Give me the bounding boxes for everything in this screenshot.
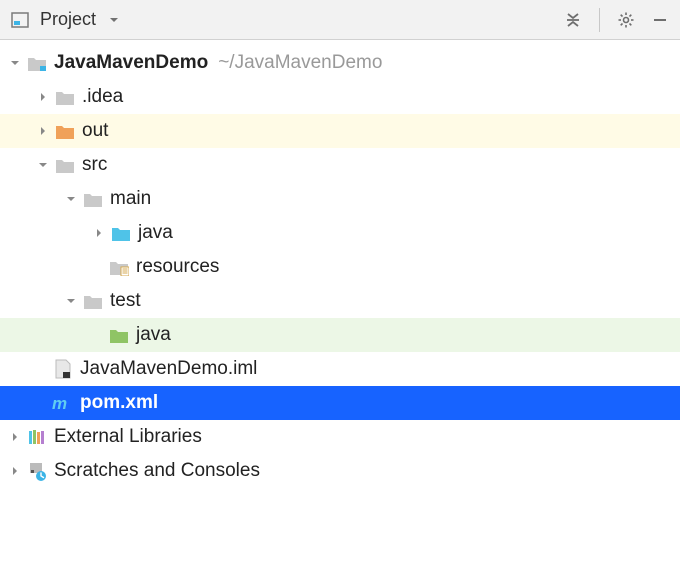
scratches-icon xyxy=(26,461,48,481)
tree-label: resources xyxy=(136,256,219,278)
tree-label: java xyxy=(136,324,171,346)
toolbar-title: Project xyxy=(40,9,96,30)
minimize-icon[interactable] xyxy=(648,8,672,32)
folder-icon xyxy=(82,291,104,311)
svg-text:m: m xyxy=(52,394,67,412)
project-tree: JavaMavenDemo ~/JavaMavenDemo .idea out xyxy=(0,40,680,488)
chevron-right-icon[interactable] xyxy=(34,122,52,140)
library-icon xyxy=(26,427,48,447)
chevron-down-icon[interactable] xyxy=(62,190,80,208)
tree-node-resources[interactable]: resources xyxy=(0,250,680,284)
module-folder-icon xyxy=(26,53,48,73)
source-folder-icon xyxy=(110,223,132,243)
tree-node-scratches[interactable]: Scratches and Consoles xyxy=(0,454,680,488)
chevron-right-icon[interactable] xyxy=(90,224,108,242)
tree-node-main-java[interactable]: java xyxy=(0,216,680,250)
tree-node-pom[interactable]: m pom.xml xyxy=(0,386,680,420)
toolbar: Project xyxy=(0,0,680,40)
toolbar-divider xyxy=(599,8,600,32)
tree-node-out[interactable]: out xyxy=(0,114,680,148)
tree-path-hint: ~/JavaMavenDemo xyxy=(218,52,382,74)
tree-node-src[interactable]: src xyxy=(0,148,680,182)
folder-icon xyxy=(54,155,76,175)
tree-node-external-libraries[interactable]: External Libraries xyxy=(0,420,680,454)
chevron-right-icon[interactable] xyxy=(6,428,24,446)
tree-label: .idea xyxy=(82,86,123,108)
test-source-folder-icon xyxy=(108,325,130,345)
tree-label: pom.xml xyxy=(80,392,158,414)
excluded-folder-icon xyxy=(54,121,76,141)
resources-folder-icon xyxy=(108,257,130,277)
tree-label: java xyxy=(138,222,173,244)
folder-icon xyxy=(82,189,104,209)
tree-node-idea[interactable]: .idea xyxy=(0,80,680,114)
tree-label: JavaMavenDemo xyxy=(54,52,208,74)
tree-label: Scratches and Consoles xyxy=(54,460,260,482)
tree-node-test-java[interactable]: java xyxy=(0,318,680,352)
tree-node-test[interactable]: test xyxy=(0,284,680,318)
gear-icon[interactable] xyxy=(614,8,638,32)
tree-node-root[interactable]: JavaMavenDemo ~/JavaMavenDemo xyxy=(0,46,680,80)
idea-module-file-icon xyxy=(52,359,74,379)
tree-node-main[interactable]: main xyxy=(0,182,680,216)
chevron-down-icon[interactable] xyxy=(62,292,80,310)
tree-label: out xyxy=(82,120,108,142)
project-view-icon[interactable] xyxy=(8,8,32,32)
tree-label: src xyxy=(82,154,107,176)
chevron-right-icon[interactable] xyxy=(34,88,52,106)
tree-label: test xyxy=(110,290,141,312)
collapse-icon[interactable] xyxy=(561,8,585,32)
folder-icon xyxy=(54,87,76,107)
chevron-right-icon[interactable] xyxy=(6,462,24,480)
tree-label: JavaMavenDemo.iml xyxy=(80,358,257,380)
chevron-down-icon[interactable] xyxy=(6,54,24,72)
dropdown-icon[interactable] xyxy=(102,8,126,32)
tree-label: main xyxy=(110,188,151,210)
tree-node-iml[interactable]: JavaMavenDemo.iml xyxy=(0,352,680,386)
tree-label: External Libraries xyxy=(54,426,202,448)
chevron-down-icon[interactable] xyxy=(34,156,52,174)
maven-file-icon: m xyxy=(52,393,74,413)
